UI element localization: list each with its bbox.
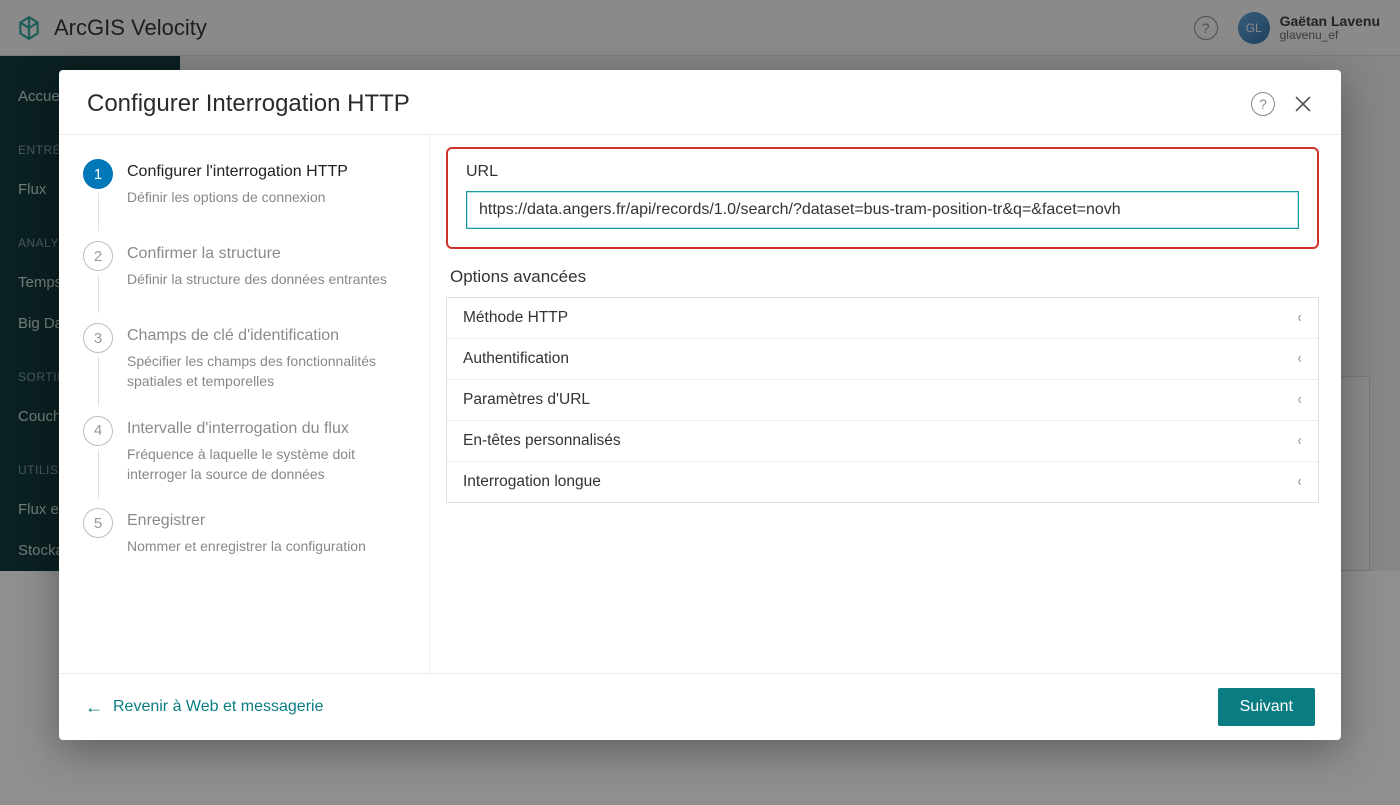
acc-label: Paramètres d'URL	[463, 391, 590, 409]
step-5[interactable]: 5 Enregistrer Nommer et enregistrer la c…	[83, 508, 411, 574]
acc-label: En-têtes personnalisés	[463, 432, 621, 450]
acc-authentification[interactable]: Authentification ‹	[447, 338, 1318, 379]
step-2-num: 2	[83, 241, 113, 271]
next-button[interactable]: Suivant	[1218, 688, 1315, 726]
step-4[interactable]: 4 Intervalle d'interrogation du flux Fré…	[83, 416, 411, 503]
modal-header: Configurer Interrogation HTTP ?	[59, 70, 1341, 135]
step-2-desc: Définir la structure des données entrant…	[127, 269, 387, 289]
acc-methode-http[interactable]: Méthode HTTP ‹	[447, 298, 1318, 338]
acc-label: Méthode HTTP	[463, 309, 568, 327]
step-4-num: 4	[83, 416, 113, 446]
step-5-desc: Nommer et enregistrer la configuration	[127, 536, 366, 556]
acc-entetes[interactable]: En-têtes personnalisés ‹	[447, 420, 1318, 461]
step-2-title: Confirmer la structure	[127, 245, 387, 263]
step-1-num: 1	[83, 159, 113, 189]
chevron-left-icon: ‹	[1297, 309, 1301, 327]
chevron-left-icon: ‹	[1297, 473, 1301, 491]
url-label: URL	[466, 163, 1299, 181]
close-icon[interactable]	[1293, 94, 1313, 114]
acc-interrogation-longue[interactable]: Interrogation longue ‹	[447, 461, 1318, 502]
url-highlight-box: URL	[446, 147, 1319, 249]
acc-label: Interrogation longue	[463, 473, 601, 491]
chevron-left-icon: ‹	[1297, 391, 1301, 409]
step-4-title: Intervalle d'interrogation du flux	[127, 420, 411, 438]
modal: Configurer Interrogation HTTP ? 1 Config…	[59, 70, 1341, 740]
step-4-desc: Fréquence à laquelle le système doit int…	[127, 444, 411, 485]
wizard-steps: 1 Configurer l'interrogation HTTP Défini…	[59, 135, 429, 673]
step-3-num: 3	[83, 323, 113, 353]
advanced-title: Options avancées	[450, 267, 1319, 287]
modal-title: Configurer Interrogation HTTP	[87, 90, 410, 118]
step-5-title: Enregistrer	[127, 512, 366, 530]
step-1-title: Configurer l'interrogation HTTP	[127, 163, 348, 181]
advanced-accordion: Méthode HTTP ‹ Authentification ‹ Paramè…	[446, 297, 1319, 503]
step-5-num: 5	[83, 508, 113, 538]
chevron-left-icon: ‹	[1297, 350, 1301, 368]
acc-parametres-url[interactable]: Paramètres d'URL ‹	[447, 379, 1318, 420]
back-link[interactable]: ← Revenir à Web et messagerie	[85, 697, 323, 718]
modal-help-icon[interactable]: ?	[1251, 92, 1275, 116]
chevron-left-icon: ‹	[1297, 432, 1301, 450]
step-3-desc: Spécifier les champs des fonctionnalités…	[127, 351, 411, 392]
step-2[interactable]: 2 Confirmer la structure Définir la stru…	[83, 241, 411, 317]
form-pane: URL Options avancées Méthode HTTP ‹ Auth…	[430, 135, 1341, 673]
url-input[interactable]	[466, 191, 1299, 229]
step-3[interactable]: 3 Champs de clé d'identification Spécifi…	[83, 323, 411, 410]
modal-overlay: Configurer Interrogation HTTP ? 1 Config…	[0, 0, 1400, 805]
acc-label: Authentification	[463, 350, 569, 368]
step-1[interactable]: 1 Configurer l'interrogation HTTP Défini…	[83, 159, 411, 235]
back-link-label: Revenir à Web et messagerie	[113, 698, 323, 716]
arrow-left-icon: ←	[85, 697, 103, 718]
step-1-desc: Définir les options de connexion	[127, 187, 348, 207]
modal-footer: ← Revenir à Web et messagerie Suivant	[59, 673, 1341, 740]
step-3-title: Champs de clé d'identification	[127, 327, 411, 345]
